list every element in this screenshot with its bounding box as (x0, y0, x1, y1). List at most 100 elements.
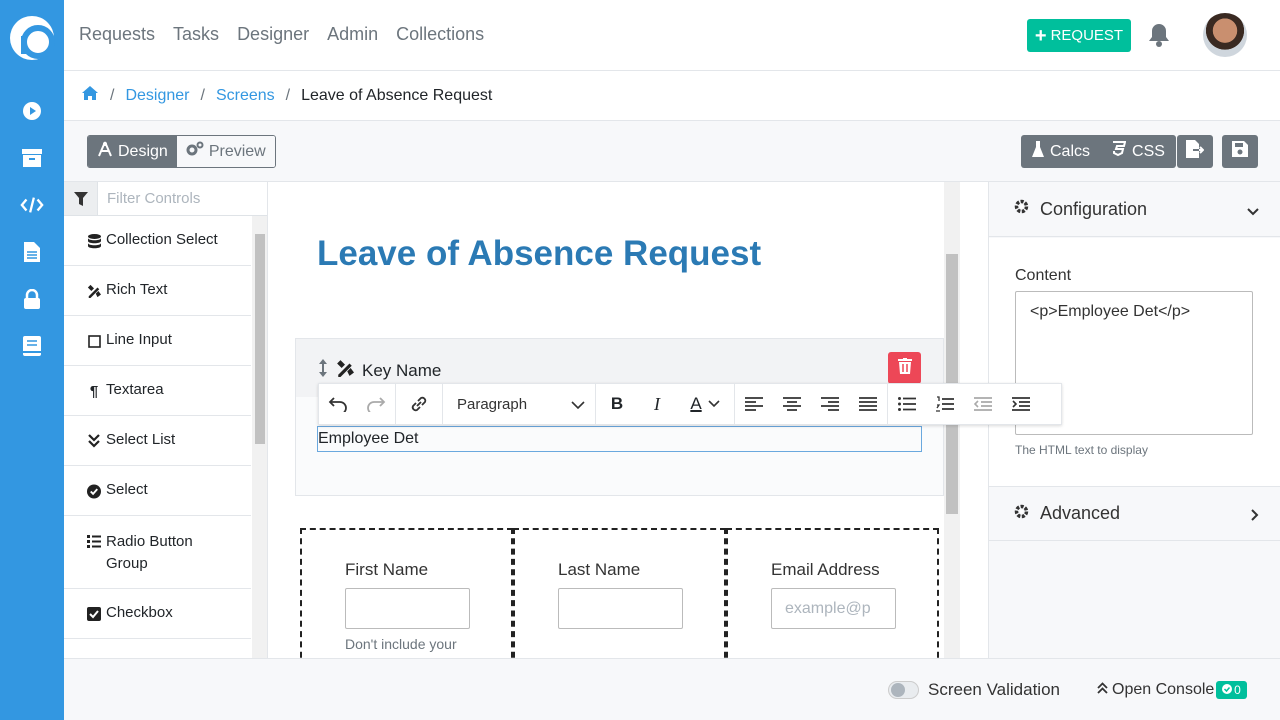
breadcrumb-screens[interactable]: Screens (216, 87, 275, 105)
code-icon[interactable] (20, 193, 44, 217)
export-button[interactable] (1177, 135, 1213, 168)
nav-collections[interactable]: Collections (396, 24, 484, 45)
configuration-label: Configuration (1040, 198, 1148, 219)
nav-tasks[interactable]: Tasks (173, 24, 219, 45)
play-circle-icon[interactable] (20, 99, 44, 123)
double-chevron-up-icon (1097, 681, 1108, 699)
drafting-compass-icon (97, 141, 113, 162)
first-name-input[interactable] (345, 588, 470, 629)
configuration-accordion[interactable]: Configuration (989, 182, 1280, 237)
breadcrumb-separator: / (285, 86, 291, 104)
nav-admin[interactable]: Admin (327, 24, 378, 45)
nav-designer[interactable]: Designer (237, 24, 309, 45)
italic-icon[interactable]: I (638, 383, 676, 425)
content-hint: The HTML text to display (1015, 443, 1148, 457)
list-group (888, 383, 1040, 425)
home-icon[interactable] (81, 85, 99, 106)
preview-mode-button[interactable]: Preview (176, 136, 275, 167)
column-email[interactable]: Email Address example@p (726, 528, 939, 658)
gear-icon (1013, 198, 1030, 220)
advanced-label: Advanced (1040, 503, 1121, 523)
archive-icon[interactable] (20, 146, 44, 170)
text-color-icon[interactable]: A (676, 383, 734, 425)
multi-column-control[interactable]: First Name Don't include your Last Name … (300, 528, 939, 658)
chevron-down-icon (571, 396, 585, 413)
bullet-list-icon[interactable] (888, 383, 926, 425)
palette-item-label: Collection Select (106, 231, 218, 248)
css-button[interactable]: CSS (1101, 135, 1176, 168)
palette-scrollbar[interactable] (252, 216, 267, 658)
plus-icon: + (1034, 24, 1047, 47)
screen-title[interactable]: Leave of Absence Request (317, 234, 761, 274)
content-label: Content (1015, 267, 1072, 284)
palette-item-radio-group[interactable]: Radio Button Group (64, 516, 251, 589)
mode-toggle: Design Preview (87, 135, 276, 168)
numbered-list-icon[interactable] (926, 383, 964, 425)
bold-icon[interactable]: B (596, 383, 638, 425)
user-avatar[interactable] (1203, 13, 1247, 57)
bell-icon[interactable] (1148, 22, 1170, 48)
link-icon[interactable] (396, 383, 442, 425)
last-name-input[interactable] (558, 588, 683, 629)
pencil-ruler-icon (87, 281, 101, 301)
undo-icon[interactable] (319, 383, 357, 425)
flask-icon (1032, 141, 1044, 162)
screen-validation-label: Screen Validation (928, 680, 1060, 699)
breadcrumb-separator: / (200, 86, 205, 104)
save-button[interactable] (1222, 135, 1258, 168)
text-color-glyph: A (690, 394, 702, 413)
pencil-ruler-icon (336, 359, 354, 382)
link-group (396, 383, 443, 425)
console-count: 0 (1234, 683, 1241, 697)
align-center-icon[interactable] (773, 383, 811, 425)
delete-control-button[interactable] (888, 352, 921, 384)
redo-icon[interactable] (357, 383, 395, 425)
book-icon[interactable] (20, 334, 44, 358)
file-icon[interactable] (20, 240, 44, 264)
configuration-body: Content <p>Employee Det</p> The HTML tex… (989, 238, 1280, 486)
palette-item-collection-select[interactable]: Collection Select (64, 216, 251, 266)
indent-icon[interactable] (1002, 383, 1040, 425)
align-right-icon[interactable] (811, 383, 849, 425)
css-label: CSS (1132, 142, 1165, 160)
nav-requests[interactable]: Requests (79, 24, 155, 45)
email-input[interactable]: example@p (771, 588, 896, 629)
cogs-icon (186, 141, 204, 162)
field-help-text: Don't include your (345, 636, 457, 652)
block-format-select[interactable]: Paragraph (443, 383, 595, 425)
palette-item-line-input[interactable]: Line Input (64, 316, 251, 366)
column-first-name[interactable]: First Name Don't include your (300, 528, 513, 658)
rich-text-editor[interactable]: Employee Det (317, 426, 922, 452)
processmaker-logo[interactable] (10, 16, 55, 60)
align-left-icon[interactable] (735, 383, 773, 425)
align-justify-icon[interactable] (849, 383, 887, 425)
drag-handle-icon[interactable] (318, 359, 328, 382)
palette-item-textarea[interactable]: ¶ Textarea (64, 366, 251, 416)
calcs-button[interactable]: Calcs (1021, 135, 1101, 168)
side-rail (0, 0, 64, 720)
open-console-button[interactable]: Open Console (1097, 681, 1214, 699)
new-request-button[interactable]: + REQUEST (1027, 19, 1131, 52)
main-menu: Requests Tasks Designer Admin Collection… (79, 24, 484, 45)
outdent-icon[interactable] (964, 383, 1002, 425)
filter-controls-input[interactable]: Filter Controls (98, 182, 267, 215)
file-export-icon (1186, 140, 1205, 163)
column-last-name[interactable]: Last Name (513, 528, 726, 658)
new-request-label: REQUEST (1050, 27, 1124, 44)
advanced-accordion[interactable]: Advanced (989, 486, 1280, 541)
screen-validation-toggle[interactable] (888, 681, 919, 699)
save-icon (1232, 141, 1248, 162)
check-circle-icon (1222, 683, 1233, 697)
palette-item-checkbox[interactable]: Checkbox (64, 589, 251, 639)
breadcrumb-designer[interactable]: Designer (125, 87, 189, 105)
database-icon (87, 231, 101, 251)
palette-scrollbar-thumb[interactable] (255, 234, 265, 444)
open-console-label: Open Console (1112, 681, 1215, 698)
lock-icon[interactable] (20, 287, 44, 311)
palette-item-rich-text[interactable]: Rich Text (64, 266, 251, 316)
design-mode-button[interactable]: Design (88, 136, 177, 167)
double-chevron-down-icon (87, 431, 101, 451)
palette-item-select[interactable]: Select (64, 466, 251, 516)
paragraph-icon: ¶ (89, 382, 99, 400)
palette-item-select-list[interactable]: Select List (64, 416, 251, 466)
